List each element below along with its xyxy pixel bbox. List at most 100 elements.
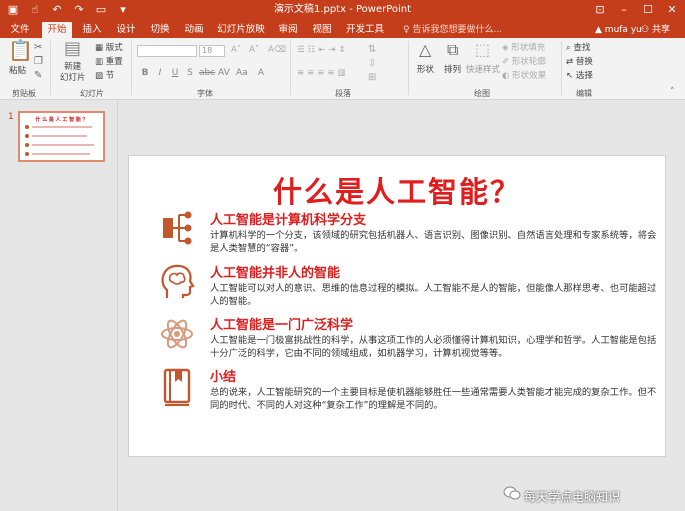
reset-button[interactable]: ▥ 重置	[95, 57, 123, 68]
wechat-icon	[503, 486, 521, 500]
tab-home[interactable]: 开始	[42, 22, 72, 38]
thumbnail-bullet	[25, 143, 29, 147]
item-body: 总的说来，人工智能研究的一个主要目标是使机器能够胜任一些通常需要人类智能才能完成…	[210, 387, 657, 411]
font-name-combo[interactable]	[137, 45, 197, 57]
slide-title[interactable]: 什么是人工智能？	[129, 169, 665, 211]
title-bar: ▣ ☝ ↶ ↷ ▭ ▾ 演示文稿1.pptx - PowerPoint ⊡ – …	[0, 0, 685, 20]
user-account[interactable]: ▲ mufa yu	[595, 22, 642, 38]
thumbnail-line	[32, 144, 94, 146]
brain-head-icon	[161, 264, 195, 298]
slide-thumbnail[interactable]: 什 么 是 人 工 智 能 ？	[18, 111, 105, 162]
item-heading: 人工智能是计算机科学分支	[210, 213, 367, 228]
tab-slideshow[interactable]: 幻灯片放映	[214, 22, 268, 38]
change-case-icon[interactable]: Aa	[236, 68, 248, 78]
ribbon-divider	[131, 41, 132, 95]
tab-insert[interactable]: 插入	[78, 22, 106, 38]
cursor-icon: ↖	[566, 71, 576, 81]
copy-icon[interactable]: ❐	[34, 56, 43, 68]
shapes-icon[interactable]: △	[419, 42, 431, 58]
maximize-icon[interactable]: ☐	[637, 2, 659, 18]
shapes-button[interactable]: 形状	[417, 65, 434, 76]
thumbnail-line	[32, 126, 92, 128]
select-button[interactable]: ↖ 选择	[566, 71, 593, 82]
slide-number: 1	[8, 112, 14, 122]
tab-file[interactable]: 文件	[6, 22, 34, 38]
ribbon: 📋 粘贴 ✂ ❐ ✎ 剪贴板 ▤ 新建 幻灯片 ▦ 版式 ▥ 重置 ▧ 节 幻灯…	[0, 38, 685, 100]
layout-button[interactable]: ▦ 版式	[95, 43, 123, 54]
warning-icon: ▲	[595, 25, 605, 35]
bold-icon[interactable]: B	[140, 68, 150, 78]
section-button[interactable]: ▧ 节	[95, 71, 114, 82]
shrink-font-icon[interactable]: A˅	[249, 45, 259, 56]
align-buttons[interactable]: ≡≡≡≡▥	[297, 68, 349, 79]
paste-icon[interactable]: 📋	[8, 40, 33, 60]
font-color-icon[interactable]: A	[256, 68, 266, 78]
font-group-label: 字体	[197, 89, 213, 98]
text-direction-icon[interactable]: ⇅	[368, 44, 376, 56]
format-painter-icon[interactable]: ✎	[34, 70, 42, 82]
item-body: 人工智能是一门极富挑战性的科学，从事这项工作的人必须懂得计算机知识，心理学和哲学…	[210, 335, 657, 359]
paste-button[interactable]: 粘贴	[9, 66, 26, 77]
ribbon-divider	[408, 41, 409, 95]
shadow-icon[interactable]: S	[185, 68, 195, 78]
smartart-icon[interactable]: ⊞	[368, 72, 376, 84]
minimize-icon[interactable]: –	[613, 2, 635, 18]
layout-icon: ▦	[95, 43, 106, 53]
grow-font-icon[interactable]: A˄	[231, 45, 241, 56]
thumbnail-line	[32, 135, 87, 137]
close-icon[interactable]: ✕	[661, 2, 683, 18]
find-button[interactable]: ⌕ 查找	[566, 43, 590, 54]
item-body: 计算机科学的一个分支，该领域的研究包括机器人、语言识别、图像识别、自然语言处理和…	[210, 230, 657, 254]
hierarchy-icon	[163, 211, 192, 245]
item-heading: 小结	[210, 370, 237, 385]
list-buttons[interactable]: ☰☷⇤⇥↕	[297, 45, 349, 56]
tab-animations[interactable]: 动画	[180, 22, 208, 38]
ribbon-tabs: 文件 开始 插入 设计 切换 动画 幻灯片放映 审阅 视图 开发工具 ♀ 告诉我…	[0, 20, 685, 38]
thumbnail-title: 什 么 是 人 工 智 能 ？	[35, 117, 88, 123]
window-title: 演示文稿1.pptx - PowerPoint	[273, 4, 412, 15]
collapse-ribbon-icon[interactable]: ˄	[670, 86, 675, 98]
arrange-icon[interactable]: ⧉	[447, 42, 458, 58]
clear-format-icon[interactable]: A⌫	[268, 45, 286, 56]
tell-me-search[interactable]: ♀ 告诉我您想要做什么...	[403, 22, 502, 38]
pen-icon: ✐	[502, 57, 512, 67]
thumbnail-bullet	[25, 152, 29, 156]
section-icon: ▧	[95, 71, 106, 81]
strikethrough-icon[interactable]: abc	[199, 68, 215, 78]
book-icon	[163, 368, 191, 406]
thumbnail-bullet	[25, 134, 29, 138]
arrange-button[interactable]: 排列	[444, 65, 461, 76]
share-button[interactable]: ⚇ 共享	[641, 22, 670, 38]
char-spacing-icon[interactable]: AV	[218, 68, 230, 78]
font-size-combo[interactable]: 18	[199, 45, 225, 57]
item-heading: 人工智能是一门广泛科学	[210, 318, 354, 333]
tab-developer[interactable]: 开发工具	[342, 22, 388, 38]
shape-outline-button[interactable]: ✐ 形状轮廓	[502, 57, 546, 68]
watermark-text: 每天学点电脑知识	[524, 490, 621, 504]
person-icon: ⚇	[641, 25, 652, 35]
slide-canvas[interactable]: 什么是人工智能？ 人工智能是计算机科学分支 计算机科学的一个分支，该领域的研究包…	[128, 155, 666, 457]
replace-icon: ⇄	[566, 57, 576, 67]
item-body: 人工智能可以对人的意识、思维的信息过程的模拟。人工智能不是人的智能，但能像人那样…	[210, 283, 657, 307]
shape-effects-button[interactable]: ◐ 形状效果	[502, 71, 546, 82]
paragraph-group-label: 段落	[335, 89, 351, 98]
cut-icon[interactable]: ✂	[34, 42, 42, 54]
align-text-icon[interactable]: ⇳	[368, 58, 376, 70]
drawing-group-label: 绘图	[474, 89, 490, 98]
replace-button[interactable]: ⇄ 替换	[566, 57, 593, 68]
shape-fill-button[interactable]: ◈ 形状填充	[502, 43, 545, 54]
new-slide-button[interactable]: 新建 幻灯片	[60, 62, 86, 84]
tab-review[interactable]: 审阅	[274, 22, 302, 38]
tab-transitions[interactable]: 切换	[146, 22, 174, 38]
tab-design[interactable]: 设计	[112, 22, 140, 38]
atom-icon	[161, 319, 193, 349]
italic-icon[interactable]: I	[155, 68, 165, 78]
ribbon-display-options-icon[interactable]: ⊡	[589, 2, 611, 18]
slides-group-label: 幻灯片	[80, 89, 104, 98]
new-slide-icon[interactable]: ▤	[64, 40, 81, 58]
ribbon-divider	[50, 41, 51, 95]
underline-icon[interactable]: U	[170, 68, 180, 78]
quick-styles-icon[interactable]: ⬚	[475, 42, 490, 58]
quick-styles-button[interactable]: 快速样式	[466, 65, 500, 76]
tab-view[interactable]: 视图	[308, 22, 336, 38]
